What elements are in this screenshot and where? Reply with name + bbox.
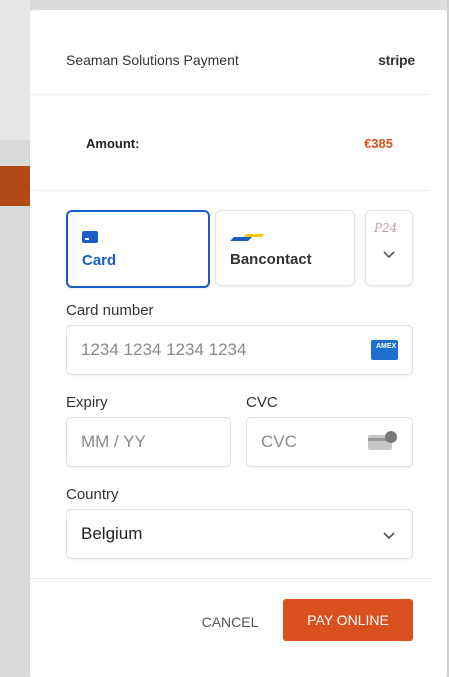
cvc-label: CVC xyxy=(246,394,278,411)
merchant-title: Seaman Solutions Payment xyxy=(66,52,239,68)
country-label: Country xyxy=(66,486,119,503)
chevron-down-icon xyxy=(383,251,395,259)
tab-card[interactable]: Card xyxy=(66,210,210,288)
expiry-input[interactable]: MM / YY xyxy=(66,417,231,467)
tab-bancontact-label: Bancontact xyxy=(230,251,312,268)
card-number-placeholder: 1234 1234 1234 1234 xyxy=(81,340,247,359)
country-select[interactable]: Belgium xyxy=(66,509,413,559)
stripe-logo: stripe xyxy=(378,52,415,68)
divider xyxy=(30,94,430,95)
amount-value: €385 xyxy=(364,136,393,151)
card-icon xyxy=(82,231,98,243)
cvc-placeholder: CVC xyxy=(261,432,297,451)
cancel-button[interactable]: CANCEL xyxy=(190,602,270,642)
tab-card-label: Card xyxy=(82,252,117,269)
tab-more-methods[interactable]: P24 xyxy=(365,210,413,286)
pay-online-button[interactable]: PAY ONLINE xyxy=(283,599,413,641)
card-brand-icon: AMEX xyxy=(371,340,398,360)
card-number-label: Card number xyxy=(66,302,154,319)
cvc-card-icon xyxy=(368,431,397,450)
bancontact-icon xyxy=(230,234,264,241)
chevron-down-icon xyxy=(383,532,395,540)
divider xyxy=(30,190,430,191)
backdrop-panel xyxy=(0,0,30,140)
expiry-placeholder: MM / YY xyxy=(81,432,146,451)
tab-bancontact[interactable]: Bancontact xyxy=(215,210,355,286)
payment-dialog: Seaman Solutions Payment stripe Amount: … xyxy=(30,10,447,677)
dialog-header: Seaman Solutions Payment stripe xyxy=(30,10,447,102)
page-backdrop-left xyxy=(0,0,30,677)
backdrop-orange-bar xyxy=(0,166,30,206)
country-value: Belgium xyxy=(81,524,143,543)
p24-icon: P24 xyxy=(374,221,398,235)
expiry-label: Expiry xyxy=(66,394,108,411)
card-number-input[interactable]: 1234 1234 1234 1234 AMEX xyxy=(66,325,413,375)
cvc-input[interactable]: CVC xyxy=(246,417,413,467)
amount-label: Amount: xyxy=(86,136,140,151)
footer-divider xyxy=(30,578,432,579)
